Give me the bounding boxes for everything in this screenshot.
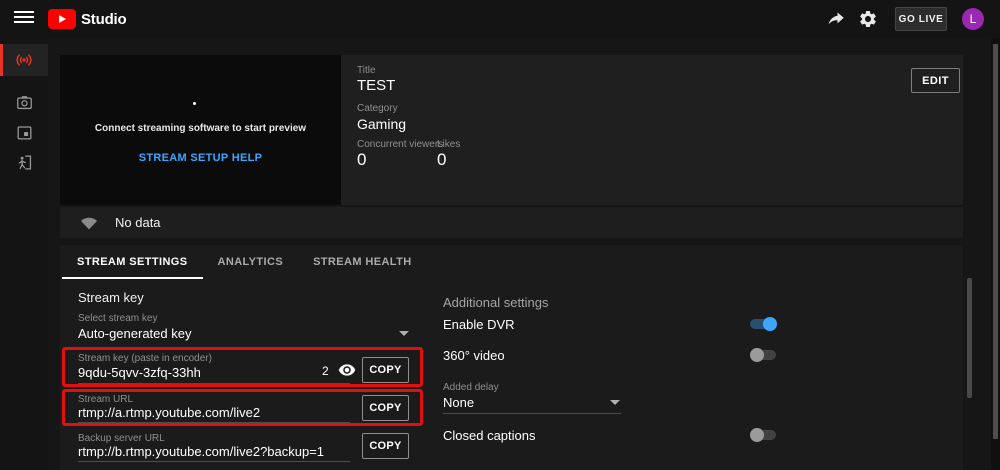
stream-overview-card: Connect streaming software to start prev… <box>60 55 963 205</box>
added-delay-select[interactable]: None <box>443 395 474 410</box>
hamburger-menu-icon[interactable] <box>14 11 34 27</box>
backup-url-value[interactable]: rtmp://b.rtmp.youtube.com/live2?backup=1 <box>78 444 324 459</box>
edit-button[interactable]: EDIT <box>911 68 960 93</box>
tab-stream-settings[interactable]: STREAM SETTINGS <box>62 245 203 279</box>
youtube-studio-live-dashboard: Studio GO LIVE L <box>0 0 1000 470</box>
reveal-key-eye-icon[interactable] <box>338 361 356 379</box>
closed-captions-toggle[interactable] <box>750 428 777 442</box>
backup-url-underline <box>78 461 350 462</box>
added-delay-label: Added delay <box>443 382 499 393</box>
tab-stream-health[interactable]: STREAM HEALTH <box>298 245 427 279</box>
additional-settings-title: Additional settings <box>443 295 549 310</box>
select-stream-key-label: Select stream key <box>78 313 157 324</box>
enable-dvr-toggle[interactable] <box>750 317 777 331</box>
category-label: Category <box>357 103 398 114</box>
left-nav-rail <box>0 38 48 470</box>
likes-value: 0 <box>437 150 446 170</box>
go-live-button[interactable]: GO LIVE <box>895 7 947 31</box>
copy-backup-url-button[interactable]: COPY <box>362 433 409 459</box>
sidebar-item-live-dashboard[interactable] <box>0 44 48 76</box>
preview-message: Connect streaming software to start prev… <box>60 123 341 134</box>
account-avatar[interactable]: L <box>962 8 984 30</box>
youtube-play-icon <box>48 9 76 29</box>
concurrent-viewers-value: 0 <box>357 150 366 170</box>
sidebar-item-schedule[interactable] <box>0 116 48 148</box>
stream-preview-panel: Connect streaming software to start prev… <box>60 55 341 205</box>
stream-key-field-label: Stream key (paste in encoder) <box>78 353 212 364</box>
likes-label: Likes <box>437 139 460 150</box>
video-360-toggle[interactable] <box>750 348 777 362</box>
stream-key-value[interactable]: 9qdu-5qvv-3zfq-33hh <box>78 365 201 380</box>
sidebar-item-camera[interactable] <box>0 86 48 118</box>
stream-key-select[interactable]: Auto-generated key <box>78 326 191 341</box>
gear-icon[interactable] <box>858 9 878 29</box>
studio-wordmark: Studio <box>81 11 126 28</box>
video-360-label: 360° video <box>443 348 505 363</box>
window-scrollbar-track <box>991 38 1000 470</box>
concurrent-viewers-label: Concurrent viewers <box>357 139 443 150</box>
enable-dvr-label: Enable DVR <box>443 317 515 332</box>
sidebar-item-exit-studio[interactable] <box>0 146 48 178</box>
share-icon[interactable] <box>826 9 846 29</box>
tab-analytics[interactable]: ANALYTICS <box>203 245 299 279</box>
stream-key-select-caret-icon[interactable] <box>399 331 409 336</box>
stream-url-label: Stream URL <box>78 394 133 405</box>
stream-settings-card: STREAM SETTINGS ANALYTICS STREAM HEALTH … <box>60 245 963 470</box>
stream-setup-help-link[interactable]: STREAM SETUP HELP <box>60 152 341 164</box>
stream-key-section-title: Stream key <box>78 290 144 305</box>
stream-url-value[interactable]: rtmp://a.rtmp.youtube.com/live2 <box>78 405 260 420</box>
content-scrollbar-thumb[interactable] <box>967 278 972 398</box>
copy-stream-url-button[interactable]: COPY <box>362 395 409 421</box>
category-value: Gaming <box>357 116 406 132</box>
preview-loading-dot <box>193 102 196 105</box>
stream-title-value: TEST <box>357 77 395 94</box>
no-data-label: No data <box>115 215 161 230</box>
stream-key-underline <box>78 383 350 384</box>
stream-key-badge: 2 <box>322 364 329 378</box>
copy-stream-key-button[interactable]: COPY <box>362 357 409 383</box>
stream-health-status-bar: No data <box>60 207 963 238</box>
added-delay-caret-icon[interactable] <box>610 400 620 405</box>
backup-url-label: Backup server URL <box>78 433 165 444</box>
tab-bar: STREAM SETTINGS ANALYTICS STREAM HEALTH <box>62 245 427 279</box>
top-app-bar: Studio GO LIVE L <box>0 0 1000 38</box>
closed-captions-label: Closed captions <box>443 428 536 443</box>
stream-url-underline <box>78 422 350 423</box>
youtube-studio-logo[interactable]: Studio <box>48 9 126 29</box>
title-label: Title <box>357 65 376 76</box>
added-delay-underline <box>443 413 621 414</box>
wifi-signal-icon <box>80 214 98 232</box>
window-scrollbar-thumb[interactable] <box>993 44 998 439</box>
